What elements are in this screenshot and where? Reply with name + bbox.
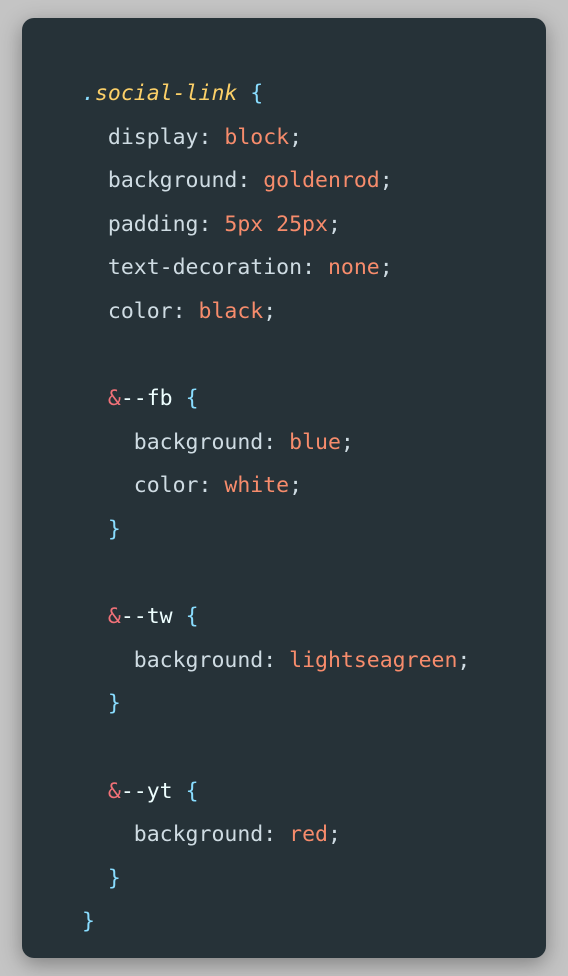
property-name: display	[107, 124, 199, 150]
property-value: blue	[289, 429, 341, 455]
code-card: .social-link { display: block; backgroun…	[22, 18, 546, 958]
code-line-nested-close: }	[82, 857, 470, 901]
close-brace: }	[107, 516, 121, 542]
code-line-declaration: background: blue;	[133, 429, 354, 455]
open-brace: {	[185, 604, 199, 630]
property-name: color	[133, 473, 199, 499]
property-name: color	[107, 298, 173, 324]
code-line-declaration: color: white;	[133, 473, 303, 499]
open-brace: {	[185, 386, 199, 412]
code-line-nested-selector: &--yt {	[82, 770, 470, 814]
property-name: background	[133, 647, 264, 673]
code-line-nested-selector: &--fb {	[82, 377, 470, 421]
open-brace: {	[185, 778, 199, 804]
property-value: white	[224, 473, 290, 499]
scss-code-block: .social-link { display: block; backgroun…	[82, 72, 470, 944]
property-value: goldenrod	[263, 168, 380, 194]
nested-modifier: --tw	[120, 604, 173, 630]
close-brace: }	[107, 691, 121, 717]
property-value: none	[327, 255, 380, 281]
property-name: padding	[107, 211, 199, 237]
property-name: background	[133, 429, 264, 455]
code-line-declaration: background: goldenrod;	[107, 168, 393, 194]
property-value: lightseagreen	[289, 647, 458, 673]
property-name: background	[107, 168, 238, 194]
code-line-close: }	[82, 900, 470, 944]
ampersand: &	[107, 778, 121, 804]
ampersand: &	[107, 386, 121, 412]
code-line-nested-close: }	[82, 508, 470, 552]
property-value: 5px 25px	[224, 211, 328, 237]
property-value: block	[224, 124, 290, 150]
property-name: background	[133, 822, 264, 848]
property-value: red	[289, 822, 328, 848]
nested-modifier: --fb	[120, 386, 173, 412]
code-line-nested-close: }	[82, 682, 470, 726]
code-line-selector: .social-link {	[82, 72, 470, 116]
code-line-declaration: text-decoration: none;	[107, 255, 393, 281]
code-line-nested-selector: &--tw {	[82, 595, 470, 639]
code-line-declaration: display: block;	[107, 124, 303, 150]
nested-modifier: --yt	[120, 778, 173, 804]
open-brace: {	[250, 81, 264, 106]
code-line-declaration: background: lightseagreen;	[133, 647, 471, 673]
selector-dot: .	[82, 81, 95, 106]
selector-name: social-link	[94, 81, 238, 106]
code-line-declaration: background: red;	[133, 822, 341, 848]
ampersand: &	[107, 604, 121, 630]
code-line-declaration: color: black;	[107, 298, 277, 324]
close-brace: }	[107, 865, 121, 891]
close-brace: }	[82, 909, 95, 935]
property-value: black	[198, 298, 264, 324]
code-line-declaration: padding: 5px 25px;	[107, 211, 341, 237]
property-name: text-decoration	[107, 255, 303, 281]
